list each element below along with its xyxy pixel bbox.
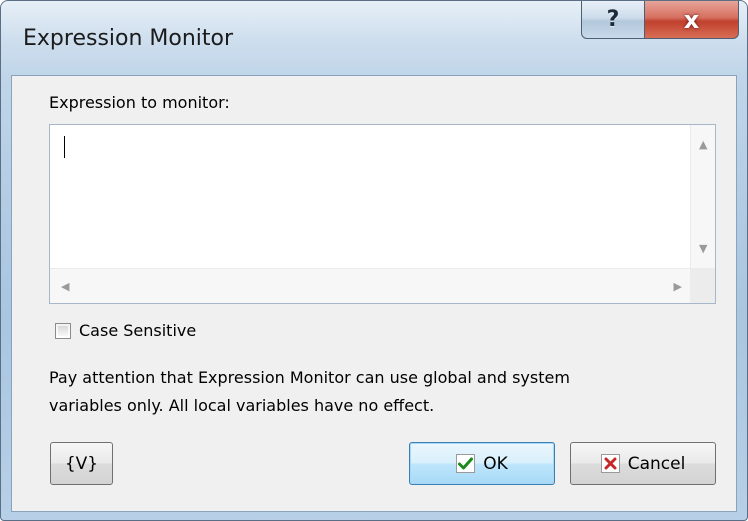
note-line-1: Pay attention that Expression Monitor ca…	[49, 368, 570, 387]
note-line-2: variables only. All local variables have…	[49, 396, 435, 415]
ok-button-label: OK	[483, 453, 508, 474]
close-button[interactable]: x	[645, 1, 739, 39]
expression-label: Expression to monitor:	[49, 93, 230, 112]
cancel-button[interactable]: Cancel	[570, 442, 716, 485]
scrollbar-corner	[690, 268, 715, 303]
dialog-client-area: Expression to monitor: ▲ ▼ ◀ ▶ Case Sens…	[11, 75, 737, 512]
window-title: Expression Monitor	[23, 26, 234, 51]
title-bar[interactable]: Expression Monitor ? x	[1, 1, 747, 75]
scroll-up-arrow-icon[interactable]: ▲	[699, 139, 707, 150]
vertical-scrollbar[interactable]: ▲ ▼	[690, 125, 715, 268]
variables-button-label: {V}	[64, 453, 99, 474]
horizontal-scrollbar[interactable]: ◀ ▶	[50, 268, 691, 303]
dialog-window: Expression Monitor ? x Expression to mon…	[0, 0, 748, 521]
scroll-right-arrow-icon[interactable]: ▶	[674, 281, 682, 292]
caption-buttons: ? x	[581, 1, 739, 39]
help-icon: ?	[606, 7, 620, 32]
scroll-left-arrow-icon[interactable]: ◀	[61, 281, 69, 292]
close-icon: x	[683, 5, 700, 34]
cancel-button-label: Cancel	[627, 453, 686, 474]
ok-button[interactable]: OK	[409, 442, 555, 485]
scroll-down-arrow-icon[interactable]: ▼	[699, 243, 707, 254]
help-button[interactable]: ?	[581, 1, 645, 39]
cancel-x-icon	[600, 454, 620, 473]
case-sensitive-label[interactable]: Case Sensitive	[79, 321, 196, 340]
checkmark-icon	[456, 454, 476, 473]
expression-textarea[interactable]: ▲ ▼ ◀ ▶	[49, 124, 716, 304]
case-sensitive-checkbox[interactable]	[55, 323, 71, 339]
text-caret	[64, 136, 65, 158]
variables-button[interactable]: {V}	[50, 442, 113, 485]
